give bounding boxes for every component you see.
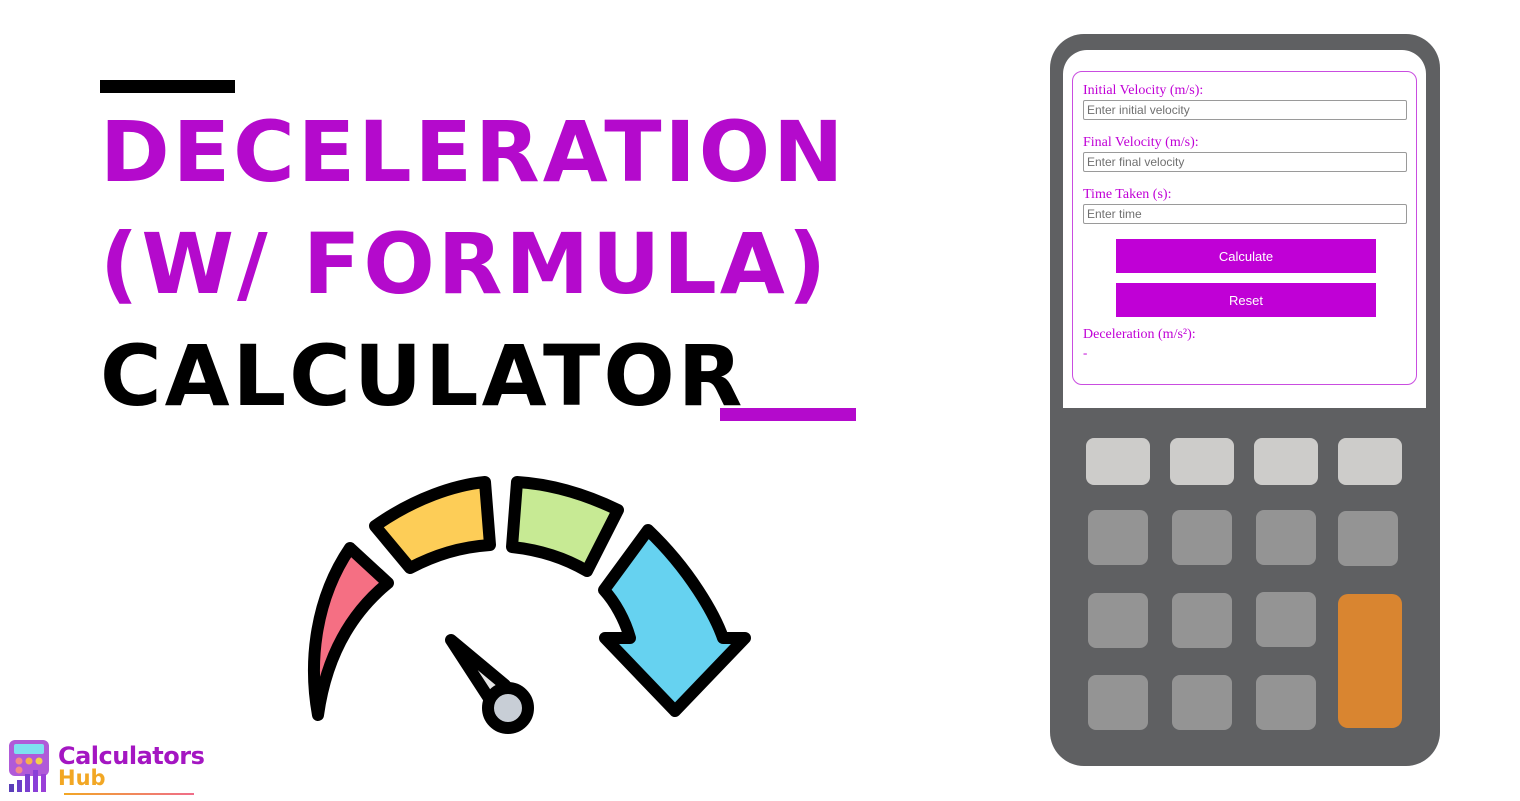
keypad-key: [1338, 438, 1402, 485]
keypad-key: [1088, 510, 1148, 565]
gauge-red-segment: [308, 542, 394, 721]
keypad-key: [1254, 438, 1318, 485]
title-underline-bar: [720, 408, 856, 421]
gauge-green-segment: [506, 476, 624, 577]
keypad-key: [1172, 593, 1232, 648]
gauge-yellow-segment: [369, 476, 496, 574]
calculators-hub-logo[interactable]: Calculators Hub: [6, 738, 205, 798]
page-title: Deceleration (w/ Formula) Calculator: [100, 96, 846, 432]
logo-underline: [64, 793, 194, 795]
keypad-key: [1170, 438, 1234, 485]
time-taken-input[interactable]: [1083, 204, 1407, 224]
speedometer-decelerate-icon: [308, 476, 751, 734]
keypad-equals-key: [1338, 594, 1402, 728]
keypad-key: [1256, 592, 1316, 647]
title-top-bar: [100, 80, 235, 93]
keypad-key: [1088, 675, 1148, 730]
keypad-key: [1256, 675, 1316, 730]
logo-text-hub: Hub: [58, 766, 106, 790]
keypad-key: [1172, 675, 1232, 730]
deceleration-calculator-form: Initial Velocity (m/s): Final Velocity (…: [1072, 71, 1417, 385]
title-line-1: Deceleration: [100, 103, 847, 201]
gauge-needle-cap: [482, 682, 534, 734]
gauge-arrow-down-right: [598, 524, 751, 717]
deceleration-result-value: -: [1083, 345, 1088, 360]
calculator-device: Initial Velocity (m/s): Final Velocity (…: [1050, 34, 1440, 766]
final-velocity-input[interactable]: [1083, 152, 1407, 172]
title-line-2: (w/ Formula): [100, 215, 830, 313]
keypad-key: [1256, 510, 1316, 565]
reset-button[interactable]: Reset: [1116, 283, 1376, 317]
initial-velocity-label: Initial Velocity (m/s):: [1083, 83, 1204, 98]
calculate-button[interactable]: Calculate: [1116, 239, 1376, 273]
final-velocity-label: Final Velocity (m/s):: [1083, 135, 1199, 150]
initial-velocity-input[interactable]: [1083, 100, 1407, 120]
keypad-key: [1172, 510, 1232, 565]
keypad-key: [1338, 511, 1398, 566]
calculator-logo-icon: [9, 740, 49, 792]
keypad-key: [1086, 438, 1150, 485]
deceleration-result-label: Deceleration (m/s²):: [1083, 327, 1196, 342]
time-taken-label: Time Taken (s):: [1083, 187, 1172, 202]
calculator-screen: Initial Velocity (m/s): Final Velocity (…: [1063, 50, 1426, 408]
keypad-key: [1088, 593, 1148, 648]
